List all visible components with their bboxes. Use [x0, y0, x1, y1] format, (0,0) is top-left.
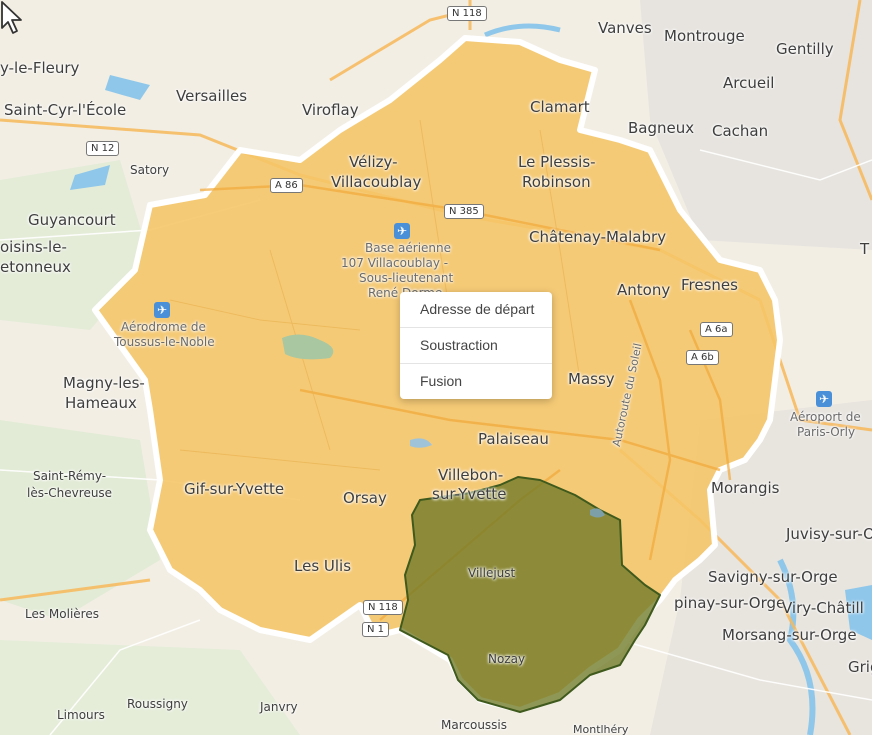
- place-label: Janvry: [260, 700, 298, 714]
- poi-label: Paris-Orly: [797, 425, 856, 439]
- place-label: Les Molières: [25, 607, 99, 621]
- place-label: Guyancourt: [28, 211, 116, 229]
- road-n385: N 385: [444, 204, 484, 219]
- poi-label: Aéroport de: [790, 410, 861, 424]
- place-label: Magny-les-: [63, 374, 145, 392]
- place-label: Antony: [617, 281, 671, 299]
- place-label: Saint-Rémy-: [33, 469, 107, 483]
- place-label: Gif-sur-Yvette: [184, 480, 285, 498]
- place-label: Châtenay-Malabry: [529, 228, 667, 246]
- road-n118-top: N 118: [447, 6, 487, 21]
- place-label: Bagneux: [628, 119, 695, 137]
- place-label: Grig: [848, 658, 872, 676]
- place-label: Villacoublay: [331, 173, 422, 191]
- menu-item-start-address[interactable]: Adresse de départ: [400, 292, 552, 328]
- place-label: Clamart: [530, 98, 590, 116]
- menu-item-subtraction[interactable]: Soustraction: [400, 328, 552, 364]
- place-label: Les Ulis: [294, 557, 352, 575]
- map-view[interactable]: N 118 N 12 A 86 N 385 A 6a A 6b N 118 N …: [0, 0, 872, 735]
- place-label: Montlhéry: [573, 723, 629, 735]
- place-label: Viroflay: [302, 101, 359, 119]
- place-label: Arcueil: [723, 74, 775, 92]
- place-label: Cachan: [712, 122, 769, 140]
- place-label: y-le-Fleury: [0, 59, 80, 77]
- poi-label: Aérodrome de: [121, 320, 206, 334]
- place-label: Villebon-: [438, 466, 504, 484]
- place-label: Hameaux: [65, 394, 137, 412]
- place-label: Morangis: [711, 479, 780, 497]
- place-label: Palaiseau: [478, 430, 549, 448]
- place-label: Nozay: [488, 652, 526, 666]
- place-label: Morsang-sur-Orge: [722, 626, 857, 644]
- place-label: Fresnes: [681, 276, 738, 294]
- place-label: pinay-sur-Orge: [674, 594, 786, 612]
- place-label: Orsay: [343, 489, 387, 507]
- place-label: lès-Chevreuse: [27, 486, 113, 500]
- road-n-c: N 1: [362, 622, 390, 637]
- place-label: Villejust: [468, 566, 516, 580]
- place-label: Juvisy-sur-O: [786, 525, 872, 543]
- menu-item-fusion[interactable]: Fusion: [400, 364, 552, 399]
- place-label: Vanves: [598, 19, 652, 37]
- place-label: Viry-Châtill: [782, 599, 864, 617]
- place-label: Saint-Cyr-l'École: [4, 101, 127, 119]
- mouse-cursor-icon: [1, 1, 22, 34]
- place-label: oisins-le-: [0, 238, 67, 256]
- place-label: Marcoussis: [441, 718, 508, 732]
- place-label: Roussigny: [127, 697, 188, 711]
- poi-label: Toussus-le-Noble: [114, 335, 215, 349]
- poi-label: 107 Villacoublay -: [341, 256, 449, 270]
- road-a6a: A 6a: [700, 322, 733, 337]
- airport-icon-toussus: ✈: [154, 302, 170, 318]
- poi-label: Sous-lieutenant: [359, 271, 454, 285]
- context-menu: Adresse de départ Soustraction Fusion: [400, 292, 552, 399]
- place-label: Savigny-sur-Orge: [708, 568, 838, 586]
- place-label: Le Plessis-: [518, 153, 596, 171]
- airport-icon-villacoublay: ✈: [394, 223, 410, 239]
- place-label: T: [860, 240, 870, 258]
- place-label: Montrouge: [664, 27, 745, 45]
- place-label: sur-Yvette: [432, 485, 507, 503]
- place-label: Satory: [130, 163, 170, 177]
- place-label: Massy: [568, 370, 615, 388]
- place-label: etonneux: [0, 258, 71, 276]
- airport-icon-orly: ✈: [816, 391, 832, 407]
- road-n12: N 12: [86, 141, 120, 156]
- place-label: Gentilly: [776, 40, 834, 58]
- place-label: Versailles: [176, 87, 248, 105]
- road-a86: A 86: [270, 178, 303, 193]
- road-a6b: A 6b: [686, 350, 719, 365]
- place-label: Vélizy-: [349, 153, 398, 171]
- poi-label: Base aérienne: [365, 241, 452, 255]
- place-label: Robinson: [522, 173, 591, 191]
- place-label: Limours: [57, 708, 105, 722]
- road-n118-bottom: N 118: [363, 600, 403, 615]
